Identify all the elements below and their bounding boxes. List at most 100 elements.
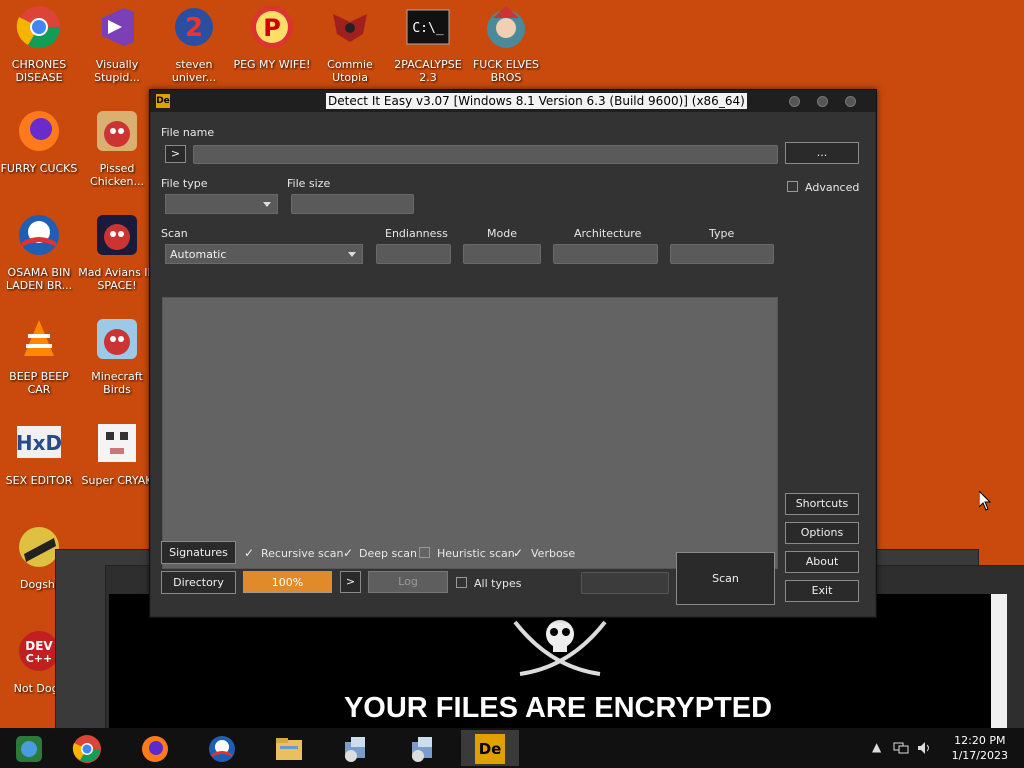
about-button[interactable]: About — [785, 551, 859, 573]
all-types-label: All types — [474, 577, 522, 590]
maximize-button[interactable] — [817, 96, 828, 107]
recursive-scan-label: Recursive scan — [261, 547, 344, 560]
scan-label: Scan — [161, 227, 188, 240]
die-body: File name > ... File type File size Adva… — [151, 112, 875, 616]
taskbar-firefox[interactable] — [126, 730, 184, 766]
verbose-label: Verbose — [531, 547, 576, 560]
volume-icon[interactable] — [917, 741, 933, 755]
architecture-label: Architecture — [574, 227, 642, 240]
taskbar-chrome[interactable] — [58, 730, 116, 766]
obama-logo-icon — [19, 215, 59, 255]
desktop-icon-label: PEG MY WIFE! — [233, 58, 311, 71]
taskbar-obama[interactable] — [193, 730, 251, 766]
log-button[interactable]: Log — [368, 571, 448, 593]
desktop-icon[interactable]: Commie Utopia — [311, 4, 389, 84]
angry-birds-space-icon — [97, 215, 137, 255]
signatures-button[interactable]: Signatures — [161, 541, 236, 564]
terminal-icon: C:\_ — [406, 9, 450, 45]
recursive-scan-checkbox[interactable]: ✓ — [244, 546, 254, 560]
taskbar-clock[interactable]: 12:20 PM 1/17/2023 — [952, 733, 1008, 763]
desktop-icon[interactable]: BEEP BEEP CAR — [0, 316, 78, 396]
scan-mode-select[interactable]: Automatic — [165, 244, 363, 264]
crest-icon — [333, 14, 367, 42]
desktop-icon-label: BEEP BEEP CAR — [9, 370, 69, 396]
scrollbar[interactable] — [991, 594, 1007, 728]
shortcuts-button[interactable]: Shortcuts — [785, 493, 859, 515]
visual-studio-icon — [102, 8, 134, 46]
desktop-icon-label: CHRONES DISEASE — [11, 58, 67, 84]
vlc-icon — [24, 320, 54, 356]
p-logo-icon: P — [251, 6, 293, 48]
architecture-field — [553, 244, 658, 264]
desktop-icon[interactable]: HxD SEX EDITOR — [0, 420, 78, 487]
network-icon[interactable] — [893, 741, 909, 755]
taskbar-installer-1[interactable] — [327, 730, 385, 766]
chrome-icon — [16, 6, 61, 49]
title-bar[interactable]: De Detect It Easy v3.07 [Windows 8.1 Ver… — [150, 90, 876, 112]
exit-button[interactable]: Exit — [785, 580, 859, 602]
browse-button[interactable]: ... — [785, 142, 859, 164]
desktop-icon-label: Commie Utopia — [327, 58, 373, 84]
steven-universe-icon: 2 — [175, 8, 213, 46]
window-title: Detect It Easy v3.07 [Windows 8.1 Versio… — [326, 93, 747, 109]
desktop-icon[interactable]: P PEG MY WIFE! — [233, 4, 311, 71]
desktop-icon[interactable]: Mad Avians IN SPACE! — [78, 212, 156, 292]
die-app-icon: De — [156, 94, 170, 108]
chevron-down-icon — [348, 252, 356, 257]
desktop-icon[interactable]: CHRONES DISEASE — [0, 4, 78, 84]
desktop-icon[interactable]: FUCK ELVES BROS — [467, 4, 545, 84]
start-button[interactable] — [0, 730, 58, 766]
svg-text:HxD: HxD — [16, 431, 62, 455]
desktop-icon-label: Visually Stupid... — [94, 58, 140, 84]
elf-icon — [487, 6, 525, 48]
svg-text:C:\_: C:\_ — [412, 21, 443, 36]
deep-scan-checkbox[interactable]: ✓ — [343, 546, 353, 560]
desktop-icon-label: steven univer... — [171, 58, 217, 84]
show-hidden-icons-icon[interactable]: ▲ — [872, 740, 881, 754]
desktop-icon[interactable]: Visually Stupid... — [78, 4, 156, 84]
start-icon — [16, 736, 42, 762]
next-arrow-button[interactable]: > — [340, 571, 361, 593]
file-type-label: File type — [161, 177, 208, 190]
run-arrow-button[interactable]: > — [165, 145, 186, 163]
progress-text: 100% — [271, 576, 304, 589]
scan-button[interactable]: Scan — [676, 552, 775, 605]
close-button[interactable] — [845, 96, 856, 107]
angry-birds-icon — [97, 319, 137, 359]
desktop-icon-label: FUCK ELVES BROS — [472, 58, 540, 84]
type-label: Type — [709, 227, 735, 240]
file-type-select[interactable] — [165, 194, 278, 214]
verbose-checkbox[interactable]: ✓ — [513, 546, 523, 560]
advanced-checkbox[interactable] — [787, 181, 798, 192]
search-field[interactable] — [581, 572, 669, 594]
options-button[interactable]: Options — [785, 522, 859, 544]
desktop-icon[interactable]: 2 steven univer... — [155, 4, 233, 84]
obama-logo-icon — [209, 736, 235, 762]
advanced-label: Advanced — [805, 181, 860, 194]
taskbar: De ▲ 12:20 PM 1/17/2023 — [0, 728, 1024, 768]
desktop-icon[interactable]: Minecraft Birds — [78, 316, 156, 396]
desktop-icon[interactable]: Super CRYAK — [78, 420, 156, 487]
desktop-icon-label: SEX EDITOR — [5, 474, 73, 487]
file-name-label: File name — [161, 126, 215, 139]
desktop-icon[interactable]: Pissed Chicken... — [78, 108, 156, 188]
taskbar-die[interactable]: De — [461, 730, 519, 766]
desktop-icon[interactable]: C:\_ 2PACALYPSE 2.3 — [389, 4, 467, 84]
file-size-label: File size — [287, 177, 331, 190]
desktop-icon-label: Mad Avians IN SPACE! — [78, 266, 156, 292]
desktop-icon[interactable]: OSAMA BIN LADEN BR... — [0, 212, 78, 292]
all-types-checkbox[interactable] — [456, 577, 467, 588]
heuristic-scan-checkbox[interactable] — [419, 547, 430, 558]
taskbar-installer-2[interactable] — [394, 730, 452, 766]
scan-results-area[interactable] — [162, 297, 778, 569]
taskbar-explorer[interactable] — [260, 730, 318, 766]
mouse-cursor-icon — [979, 491, 991, 511]
heuristic-scan-label: Heuristic scan — [437, 547, 515, 560]
desktop-icon-label: FURRY CUCKS — [0, 162, 78, 175]
file-name-field[interactable] — [193, 145, 778, 164]
minimize-button[interactable] — [789, 96, 800, 107]
directory-button[interactable]: Directory — [161, 571, 236, 594]
scan-mode-value: Automatic — [170, 248, 227, 261]
desktop-icon[interactable]: FURRY CUCKS — [0, 108, 78, 175]
mode-field — [463, 244, 541, 264]
